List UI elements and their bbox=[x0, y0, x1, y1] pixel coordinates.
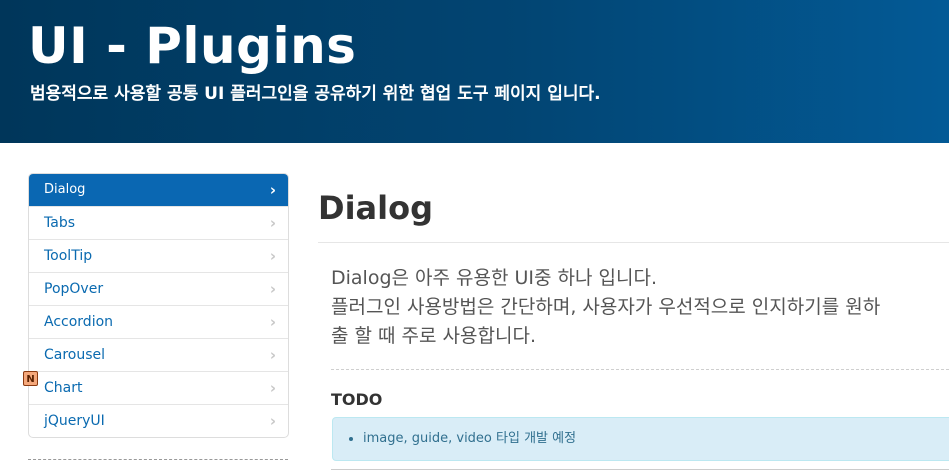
sidebar-divider bbox=[28, 459, 288, 460]
chevron-right-icon: › bbox=[269, 412, 276, 430]
title-divider bbox=[318, 242, 949, 243]
todo-alert: image, guide, video 타입 개발 예정 bbox=[332, 417, 949, 461]
sidebar-item-accordion[interactable]: Accordion › bbox=[29, 305, 288, 338]
chevron-right-icon: › bbox=[269, 247, 276, 265]
description: Dialog은 아주 유용한 UI중 하나 입니다. 플러그인 사용방법은 간단… bbox=[331, 264, 949, 351]
sidebar-item-tabs[interactable]: Tabs › bbox=[29, 206, 288, 239]
page-title: Dialog bbox=[318, 189, 433, 227]
sidebar-item-jqueryui[interactable]: jQueryUI › bbox=[29, 404, 288, 437]
sidebar-item-label: jQueryUI bbox=[44, 413, 105, 429]
chevron-right-icon: › bbox=[269, 214, 276, 232]
sidebar-item-dialog[interactable]: Dialog › bbox=[29, 174, 288, 206]
sidebar-item-label: ToolTip bbox=[44, 248, 93, 264]
description-line: 플러그인 사용방법은 간단하며, 사용자가 우선적으로 인지하기를 원하 bbox=[331, 296, 881, 318]
sidebar-item-carousel[interactable]: Carousel › bbox=[29, 338, 288, 371]
sidebar-item-label: Tabs bbox=[44, 215, 75, 231]
page-header: UI - Plugins 범용적으로 사용할 공통 UI 플러그인을 공유하기 … bbox=[0, 0, 949, 143]
sidebar-item-label: Dialog bbox=[44, 182, 86, 197]
sidebar-item-label: Chart bbox=[44, 380, 83, 396]
site-subtitle: 범용적으로 사용할 공통 UI 플러그인을 공유하기 위한 협업 도구 페이지 … bbox=[30, 84, 601, 104]
sidebar-nav: Dialog › Tabs › ToolTip › PopOver › Acco… bbox=[28, 173, 289, 438]
chevron-right-icon: › bbox=[269, 346, 276, 364]
description-line: Dialog은 아주 유용한 UI중 하나 입니다. bbox=[331, 267, 658, 289]
description-line: 출 할 때 주로 사용합니다. bbox=[331, 325, 536, 347]
site-title: UI - Plugins bbox=[28, 17, 357, 75]
sidebar-item-popover[interactable]: PopOver › bbox=[29, 272, 288, 305]
sidebar-item-chart[interactable]: Chart › bbox=[29, 371, 288, 404]
sidebar-item-label: Accordion bbox=[44, 314, 114, 330]
chevron-right-icon: › bbox=[269, 313, 276, 331]
sidebar-item-label: Carousel bbox=[44, 347, 106, 363]
todo-heading: TODO bbox=[331, 390, 383, 409]
sidebar-item-label: PopOver bbox=[44, 281, 104, 297]
new-badge: N bbox=[23, 371, 38, 386]
section-divider bbox=[331, 369, 949, 370]
content-border bbox=[331, 469, 949, 470]
sidebar-item-tooltip[interactable]: ToolTip › bbox=[29, 239, 288, 272]
todo-list: image, guide, video 타입 개발 예정 bbox=[333, 418, 949, 459]
list-item: image, guide, video 타입 개발 예정 bbox=[363, 418, 949, 459]
chevron-right-icon: › bbox=[269, 280, 276, 298]
chevron-right-icon: › bbox=[269, 379, 276, 397]
chevron-right-icon: › bbox=[269, 181, 276, 199]
